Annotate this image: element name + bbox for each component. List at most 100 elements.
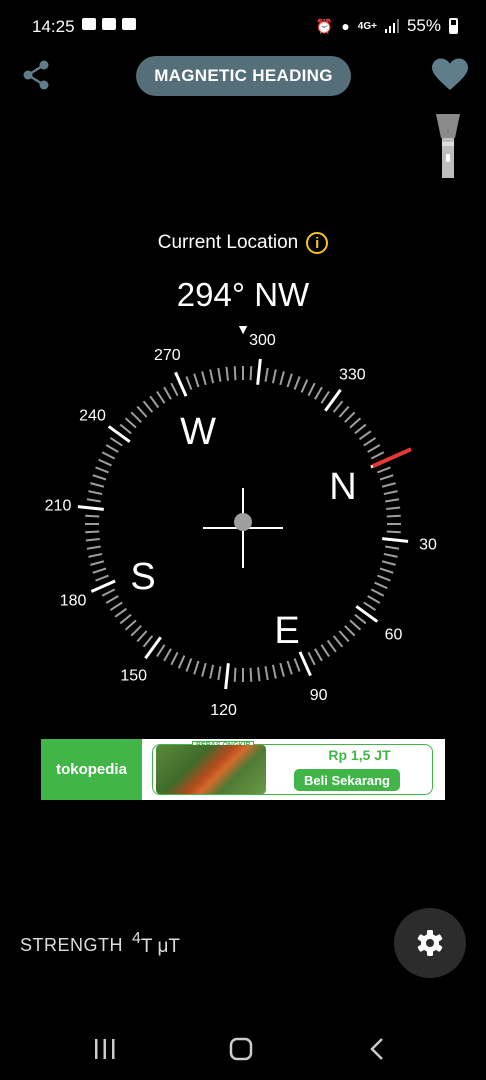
settings-button[interactable] [394,908,466,978]
major-tick [256,358,262,385]
minor-tick [95,574,109,582]
minor-tick [332,400,344,413]
scale-label-30: 30 [419,536,437,553]
home-icon [229,1037,253,1061]
minor-tick [95,466,109,474]
minor-tick [149,395,160,409]
gear-icon [417,930,443,956]
info-icon[interactable]: i [306,232,329,254]
cardinal-east: E [274,610,299,652]
minor-tick [349,417,362,429]
alarm-icon: ⏰ [315,17,334,34]
minor-tick [358,430,372,441]
minor-tick [293,658,301,672]
minor-tick [271,369,277,384]
minor-tick [105,444,119,453]
heading-readout: 294° NW [176,276,310,313]
major-tick [77,505,104,511]
location-pin-icon: ● [341,18,350,34]
mail-notification-icon [122,18,136,30]
ad-buy-now-button[interactable]: Beli Sekarang [294,769,400,791]
minor-tick [142,400,154,413]
share-icon [23,60,49,90]
minor-tick [170,651,179,666]
scale-label-180: 180 [60,593,87,610]
minor-tick [279,371,285,386]
minor-tick [307,651,316,666]
minor-tick [338,405,350,418]
minor-tick [379,567,394,574]
home-button[interactable] [221,1034,261,1064]
minor-tick [163,648,172,662]
favorite-button[interactable] [432,58,468,92]
scale-label-120: 120 [210,702,237,719]
scale-label-330: 330 [339,367,366,384]
minor-tick [88,552,103,558]
recents-button[interactable] [85,1034,125,1064]
minor-tick [363,437,377,447]
minor-tick [156,644,166,658]
minor-tick [130,625,142,637]
minor-tick [201,662,207,677]
mode-title-button[interactable]: MAGNETIC HEADING [136,56,351,96]
minor-tick [320,644,330,658]
back-chevron-icon [370,1038,383,1060]
minor-tick [354,613,367,625]
major-tick [382,537,409,543]
minor-tick [367,444,381,453]
minor-tick [286,660,293,675]
minor-tick [136,630,148,643]
field-strength: STRENGTH 4 T μT [20,930,180,958]
minor-tick [279,662,285,677]
minor-tick [124,417,137,429]
minor-tick [163,386,172,400]
minor-tick [185,376,193,390]
minor-tick [90,560,105,566]
minor-tick [92,567,107,574]
scale-label-300: 300 [249,332,276,349]
status-time: 14:25 [32,17,75,36]
status-bar: 14:25 ⏰ ● 4G+ 55% [0,0,486,56]
ad-price: Rp 1,5 JT [328,747,391,763]
minor-tick [85,514,100,518]
ad-banner[interactable]: tokopedia BEBAS ONGKIR Rp 1,5 JT Beli Se… [41,739,445,800]
cardinal-south: S [130,556,155,598]
minor-tick [338,630,350,643]
major-tick [224,663,230,690]
battery-icon [449,18,458,34]
scale-label-90: 90 [310,687,328,704]
minor-tick [249,667,253,682]
scale-label-150: 150 [120,667,147,684]
cardinal-west: W [180,411,216,453]
flashlight-button[interactable] [436,112,460,182]
minor-tick [177,655,186,669]
system-nav-bar [0,1020,486,1080]
minor-tick [170,382,179,397]
minor-tick [293,376,301,390]
minor-tick [225,366,229,381]
share-button[interactable] [20,58,54,92]
minor-tick [344,625,356,637]
recents-icon [95,1039,115,1059]
minor-tick [379,474,394,481]
minor-tick [386,506,401,510]
minor-tick [101,451,116,460]
minor-tick [98,458,112,467]
current-location-row: Current Location i [0,232,486,254]
minor-tick [85,530,100,534]
minor-tick [386,530,401,534]
back-button[interactable] [357,1034,397,1064]
gallery-notification-icon [82,18,96,30]
minor-tick [92,474,107,481]
minor-tick [257,667,261,682]
strength-label: STRENGTH [20,935,123,955]
minor-tick [370,588,385,597]
notification-icons [82,18,136,30]
minor-tick [370,451,385,460]
minor-tick [381,560,396,566]
heart-icon [432,58,468,90]
minor-tick [271,664,277,679]
minor-tick [130,411,142,423]
minor-tick [300,379,309,393]
minor-tick [264,666,269,681]
